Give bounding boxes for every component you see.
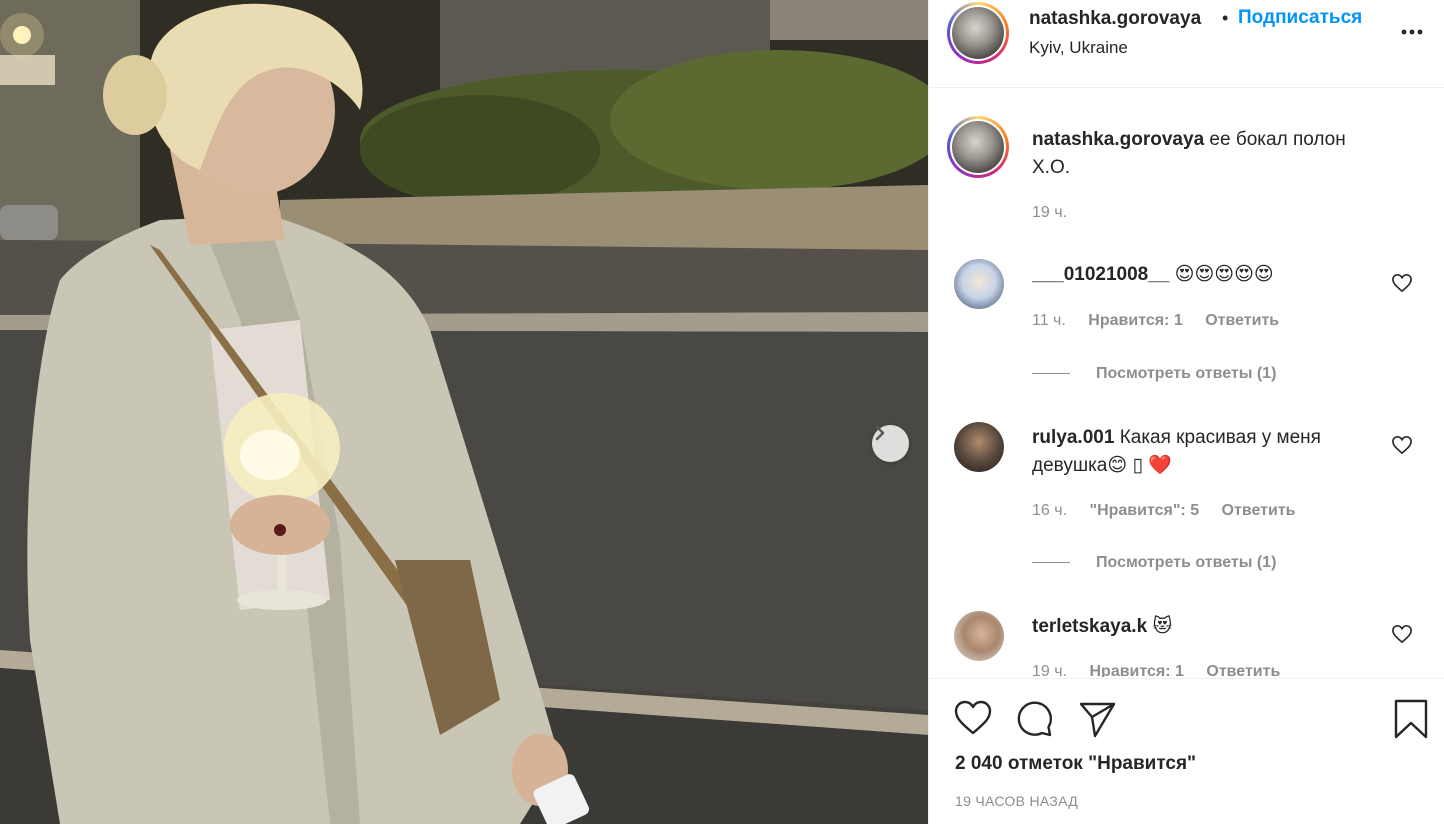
caption-body: ее бокал полон xyxy=(1209,129,1346,150)
view-replies-button[interactable]: Посмотреть ответы (1) xyxy=(1032,365,1276,383)
comment-bubble-icon[interactable] xyxy=(1013,697,1057,741)
author-username[interactable]: natashka.gorovaya xyxy=(1029,8,1201,30)
comment-time: 16 ч. xyxy=(1032,502,1068,519)
author-avatar[interactable] xyxy=(947,2,1009,64)
save-bookmark-icon[interactable] xyxy=(1389,697,1433,741)
comment-text: rulya.001 Какая красивая у меня девушка😊… xyxy=(1032,424,1392,480)
post-header: natashka.gorovaya • Подписаться Kyiv, Uk… xyxy=(929,0,1444,88)
comment-meta: 19 ч. Нравится: 1 Ответить xyxy=(1032,663,1298,677)
comment-time: 11 ч. xyxy=(1032,312,1066,329)
posted-time: 19 ЧАСОВ НАЗАД xyxy=(955,793,1078,809)
comment-avatar[interactable] xyxy=(954,422,1004,472)
comment-text: ___01021008__ 😍😍😍😍😍 xyxy=(1032,261,1392,289)
caption-meta: 19 ч. xyxy=(1032,204,1085,222)
comment-like-heart-icon[interactable] xyxy=(1391,435,1413,455)
comment-meta: 16 ч. "Нравится": 5 Ответить xyxy=(1032,502,1313,520)
share-paper-plane-icon[interactable] xyxy=(1075,697,1119,741)
post-actions: 2 040 отметок "Нравится" 19 ЧАСОВ НАЗАД xyxy=(929,678,1444,824)
comment-likes[interactable]: Нравится: 1 xyxy=(1089,663,1183,677)
reply-button[interactable]: Ответить xyxy=(1205,312,1279,329)
reply-button[interactable]: Ответить xyxy=(1206,663,1280,677)
chevron-right-icon xyxy=(875,425,885,441)
caption-text: natashka.gorovaya ее бокал полон X.O. xyxy=(1032,126,1392,182)
like-heart-icon[interactable] xyxy=(951,697,995,741)
likes-count[interactable]: 2 040 отметок "Нравится" xyxy=(955,753,1196,775)
post-photo[interactable] xyxy=(0,0,928,824)
post-side-panel: natashka.gorovaya • Подписаться Kyiv, Uk… xyxy=(928,0,1444,824)
comments-list[interactable]: natashka.gorovaya ее бокал полон X.O. 19… xyxy=(929,89,1444,677)
next-photo-button[interactable] xyxy=(872,425,909,462)
view-replies-button[interactable]: Посмотреть ответы (1) xyxy=(1032,554,1276,572)
comment-likes[interactable]: Нравится: 1 xyxy=(1088,312,1182,329)
comment-username[interactable]: rulya.001 xyxy=(1032,427,1114,448)
comment-username[interactable]: ___01021008__ xyxy=(1032,264,1169,285)
header-separator: • xyxy=(1222,8,1229,28)
comment-like-heart-icon[interactable] xyxy=(1391,624,1413,644)
caption-body-line2: X.O. xyxy=(1032,157,1071,178)
comment-meta: 11 ч. Нравится: 1 Ответить xyxy=(1032,312,1297,330)
comment-username[interactable]: terletskaya.k xyxy=(1032,616,1147,637)
post-location[interactable]: Kyiv, Ukraine xyxy=(1029,38,1128,58)
photo-illustration xyxy=(0,0,928,824)
caption-time: 19 ч. xyxy=(1032,204,1068,221)
comment-time: 19 ч. xyxy=(1032,663,1068,677)
follow-button[interactable]: Подписаться xyxy=(1238,7,1362,29)
comment-like-heart-icon[interactable] xyxy=(1391,273,1413,293)
more-options-icon[interactable] xyxy=(1397,22,1427,42)
caption-avatar[interactable] xyxy=(947,116,1009,178)
comment-body: 😻 xyxy=(1152,616,1173,637)
comment-body: 😍😍😍😍😍 xyxy=(1174,264,1274,285)
comment-avatar[interactable] xyxy=(954,259,1004,309)
comment-avatar[interactable] xyxy=(954,611,1004,661)
reply-button[interactable]: Ответить xyxy=(1222,502,1296,519)
caption-username[interactable]: natashka.gorovaya xyxy=(1032,129,1204,150)
comment-likes[interactable]: "Нравится": 5 xyxy=(1089,502,1199,519)
comment-text: terletskaya.k 😻 xyxy=(1032,613,1392,641)
